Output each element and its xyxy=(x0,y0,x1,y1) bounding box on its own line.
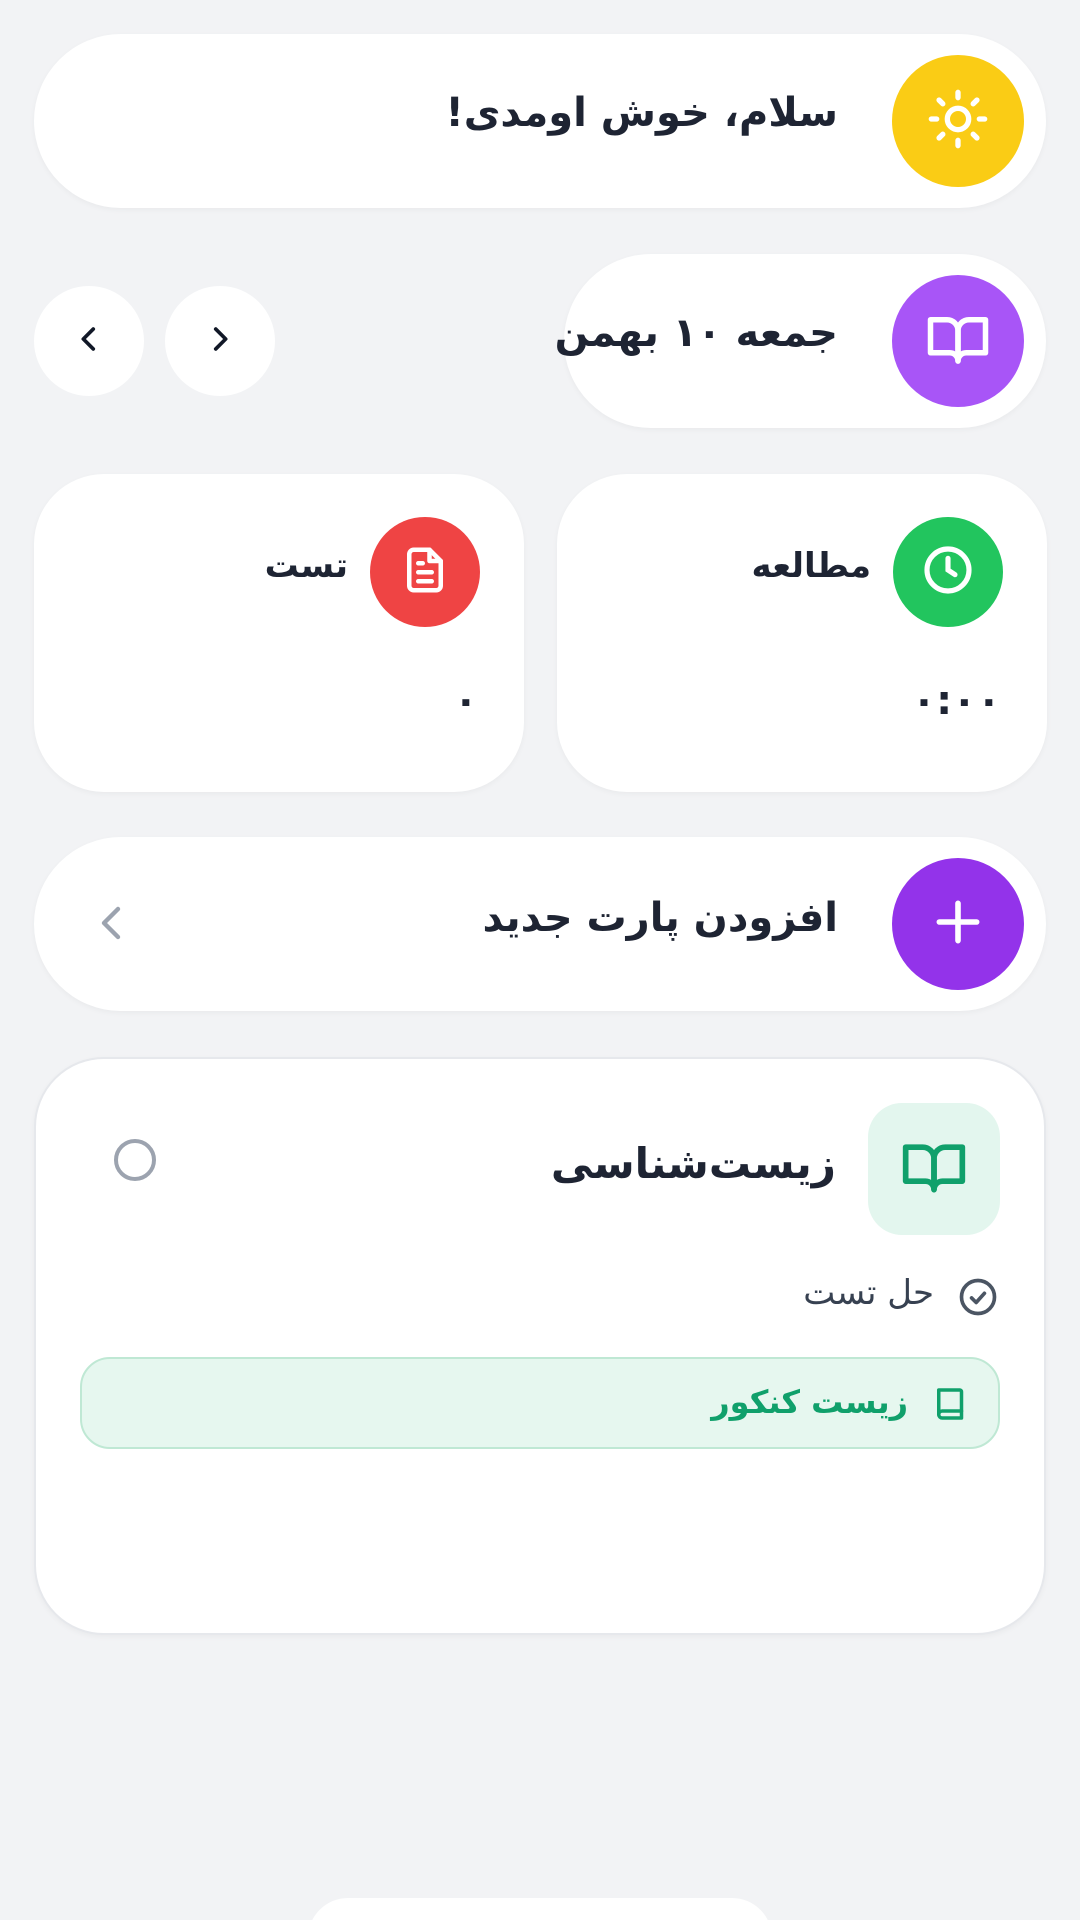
add-part-label: افزودن پارت جدید xyxy=(482,895,839,941)
subject-icon-badge xyxy=(868,1103,1000,1235)
sun-icon xyxy=(926,87,990,155)
sun-icon-badge xyxy=(892,55,1024,187)
source-tag-label: زیست کنکور xyxy=(711,1383,908,1421)
plus-icon xyxy=(930,894,986,954)
chevron-right-icon xyxy=(203,322,237,360)
date-text: جمعه ۱۰ بهمن xyxy=(554,310,838,356)
subject-card[interactable]: زیست‌شناسی حل تست زیست کنکور xyxy=(34,1057,1046,1635)
document-icon-badge xyxy=(370,517,480,627)
test-label: تست xyxy=(264,546,348,586)
test-stat-card: تست ۰ xyxy=(34,474,524,792)
document-icon xyxy=(398,543,452,601)
check-circle-icon xyxy=(956,1275,1000,1323)
book-icon xyxy=(930,1383,972,1429)
clock-icon-badge xyxy=(893,517,1003,627)
study-time-value: ۰:۰۰ xyxy=(911,678,1001,724)
clock-icon xyxy=(920,542,976,602)
chevron-left-icon xyxy=(72,322,106,360)
bottom-sheet-peek xyxy=(308,1898,772,1920)
chevron-left-icon xyxy=(88,899,136,951)
add-part-button[interactable]: افزودن پارت جدید xyxy=(34,837,1046,1011)
task-label: حل تست xyxy=(803,1273,934,1313)
study-label: مطالعه xyxy=(751,546,871,586)
source-tag[interactable]: زیست کنکور xyxy=(80,1357,1000,1449)
date-card[interactable]: جمعه ۱۰ بهمن xyxy=(555,254,1046,428)
previous-day-button[interactable] xyxy=(165,286,275,396)
test-count-value: ۰ xyxy=(453,678,478,724)
date-icon-badge xyxy=(892,275,1024,407)
subject-complete-radio[interactable] xyxy=(114,1139,156,1181)
plus-icon-badge xyxy=(892,858,1024,990)
book-open-icon xyxy=(900,1133,968,1205)
greeting-card: سلام، خوش اومدی! xyxy=(34,34,1046,208)
next-day-button[interactable] xyxy=(34,286,144,396)
book-open-icon xyxy=(925,306,991,376)
subject-title: زیست‌شناسی xyxy=(550,1139,836,1188)
greeting-text: سلام، خوش اومدی! xyxy=(445,90,838,136)
study-stat-card: مطالعه ۰:۰۰ xyxy=(557,474,1047,792)
